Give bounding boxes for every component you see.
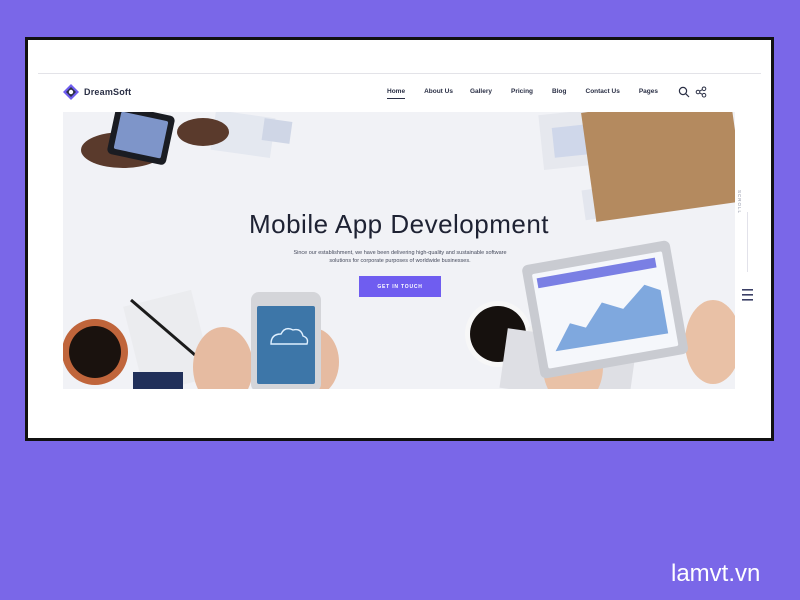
nav-item-home[interactable]: Home — [387, 88, 406, 99]
get-in-touch-button[interactable]: GET IN TOUCH — [359, 276, 441, 297]
scroll-indicator[interactable] — [747, 212, 748, 272]
main-nav: Home About Us Gallery Pricing Blog Conta… — [387, 88, 658, 99]
nav-item-blog[interactable]: Blog — [552, 88, 566, 95]
top-divider — [38, 73, 761, 74]
share-icon[interactable] — [695, 86, 707, 98]
search-icon[interactable] — [678, 86, 690, 98]
nav-item-contact-us[interactable]: Contact Us — [586, 88, 620, 95]
nav-item-pricing[interactable]: Pricing — [511, 88, 533, 95]
logo-icon — [63, 84, 79, 100]
watermark-text: lamvt.vn — [671, 560, 761, 587]
nav-item-gallery[interactable]: Gallery — [470, 88, 492, 95]
hero-title: Mobile App Development — [248, 209, 550, 239]
brand-name: DreamSoft — [84, 87, 132, 97]
hero-subtitle: Since our establishment, we have been de… — [293, 250, 507, 264]
nav-item-pages[interactable]: Pages — [639, 88, 658, 95]
hero-section: Mobile App Development Since our establi… — [63, 112, 735, 389]
brand-logo[interactable]: DreamSoft — [62, 83, 131, 101]
browser-screenshot-frame: DreamSoft Home About Us Gallery Pricing … — [25, 37, 774, 441]
menu-icon[interactable] — [742, 288, 753, 302]
nav-item-about-us[interactable]: About Us — [424, 88, 453, 95]
scroll-label: SCROLL — [737, 190, 742, 215]
